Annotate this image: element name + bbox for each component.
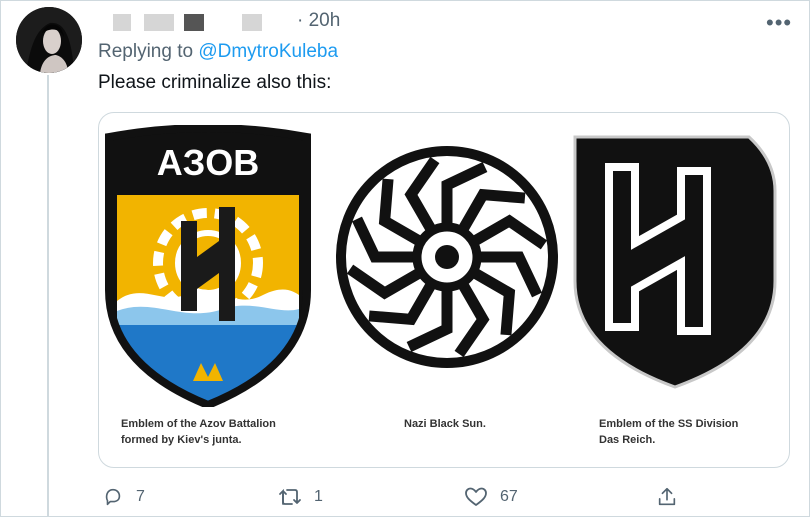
thread-line <box>47 75 49 517</box>
ss-das-reich-emblem-image <box>573 135 777 389</box>
like-count: 67 <box>500 488 518 505</box>
retweet-button[interactable]: 1 <box>278 486 323 508</box>
reply-count: 7 <box>136 488 145 505</box>
handle-redaction <box>242 14 262 31</box>
tweet-media[interactable]: AЗOB Emblem of the Azov Battalion formed… <box>98 112 790 468</box>
share-button[interactable] <box>656 486 678 508</box>
tweet-text: Please criminalize also this: <box>98 72 332 93</box>
name-redaction <box>113 14 131 31</box>
azov-caption: Emblem of the Azov Battalion formed by K… <box>121 416 276 448</box>
more-options-icon[interactable]: ••• <box>766 10 792 36</box>
reply-handle-link[interactable]: @DmytroKuleba <box>198 41 338 62</box>
azov-emblem-image: AЗOB <box>105 125 311 407</box>
caption-line: Das Reich. <box>599 434 656 446</box>
caption-line: formed by Kiev's junta. <box>121 434 242 446</box>
black-sun-image <box>336 146 558 368</box>
share-icon <box>658 487 676 506</box>
black-sun-caption: Nazi Black Sun. <box>404 416 486 432</box>
like-button[interactable]: 67 <box>464 486 518 508</box>
reply-icon <box>105 488 121 506</box>
retweet-icon <box>279 488 301 505</box>
ss-caption: Emblem of the SS Division Das Reich. <box>599 416 738 448</box>
caption-line: Emblem of the SS Division <box>599 418 739 430</box>
like-icon <box>465 487 487 506</box>
retweet-count: 1 <box>314 488 323 505</box>
name-redaction <box>144 14 174 31</box>
replying-to: Replying to @DmytroKuleba <box>98 41 338 63</box>
reply-button[interactable]: 7 <box>102 486 145 508</box>
caption-line: Emblem of the Azov Battalion <box>121 418 276 430</box>
name-redaction <box>184 14 204 31</box>
replying-to-label: Replying to <box>98 41 194 62</box>
avatar[interactable] <box>16 7 82 73</box>
tweet-timestamp[interactable]: · 20h <box>297 10 340 32</box>
caption-line: Nazi Black Sun. <box>404 418 486 430</box>
azov-text: AЗOB <box>157 142 260 183</box>
